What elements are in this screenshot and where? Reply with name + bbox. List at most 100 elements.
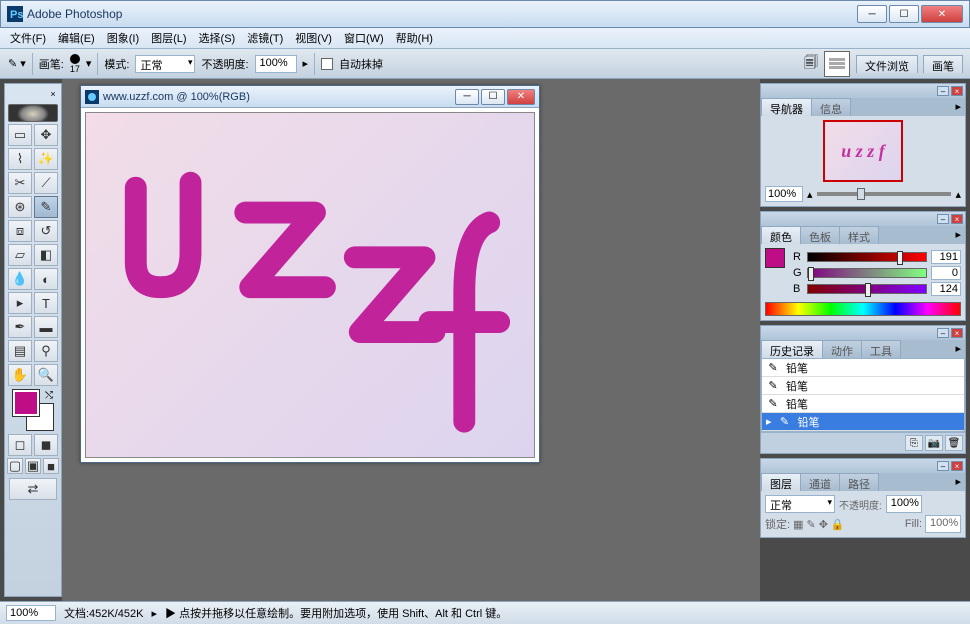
panel-minimize-icon[interactable]: – [937,461,949,471]
status-docinfo-dropdown-icon[interactable]: ▸ [152,607,158,620]
palette-well[interactable] [824,51,850,77]
panel-minimize-icon[interactable]: – [937,328,949,338]
color-fg-bg-swatches[interactable] [765,248,785,298]
lock-all-icon[interactable]: 🔒 [831,518,845,531]
zoom-in-icon[interactable]: ▴ [955,188,961,201]
pencil-tool[interactable]: ✎ [34,196,58,218]
screen-full-icon[interactable]: ■ [43,458,59,474]
menu-help[interactable]: 帮助(H) [390,28,439,48]
panel-minimize-icon[interactable]: – [937,214,949,224]
lock-move-icon[interactable]: ✥ [819,518,828,531]
screen-full-menu-icon[interactable]: ▣ [25,458,41,474]
tab-brushes[interactable]: 画笔 [923,55,963,73]
brush-preset-dropdown-icon[interactable]: ▾ [86,57,92,70]
eyedropper-tool[interactable]: ⚲ [34,340,58,362]
tab-color[interactable]: 颜色 [761,226,801,244]
menu-select[interactable]: 选择(S) [193,28,242,48]
opacity-dropdown-icon[interactable]: ▸ [303,57,309,70]
history-item[interactable]: ✎铅笔 [762,377,964,395]
layer-fill-field[interactable]: 100% [925,515,961,533]
menu-image[interactable]: 图象(I) [101,28,145,48]
lasso-tool[interactable]: ⌇ [8,148,32,170]
maximize-button[interactable]: ☐ [889,5,919,23]
type-tool[interactable]: T [34,292,58,314]
standard-mode-icon[interactable]: ◻ [8,434,32,456]
lock-paint-icon[interactable]: ✎ [806,518,815,531]
b-value[interactable]: 124 [931,282,961,296]
opacity-field[interactable]: 100% [255,55,297,73]
marquee-tool[interactable]: ▭ [8,124,32,146]
shape-tool[interactable]: ▬ [34,316,58,338]
panel-close-icon[interactable]: × [951,86,963,96]
color-ramp[interactable] [765,302,961,316]
color-fg-swatch[interactable] [765,248,785,268]
healing-brush-tool[interactable]: ⊛ [8,196,32,218]
r-slider[interactable] [807,252,927,262]
swap-colors-icon[interactable]: ⤭ [45,390,53,401]
panel-menu-icon[interactable]: ▸ [951,226,965,244]
close-button[interactable]: ✕ [921,5,963,23]
canvas[interactable] [85,112,535,458]
quickmask-mode-icon[interactable]: ◼ [34,434,58,456]
panel-menu-icon[interactable]: ▸ [951,98,965,116]
lock-trans-icon[interactable]: ▦ [793,518,803,531]
tab-history[interactable]: 历史记录 [761,340,823,358]
tab-info[interactable]: 信息 [811,98,851,116]
menu-file[interactable]: 文件(F) [4,28,52,48]
toolbox-close-icon[interactable]: × [47,89,59,101]
foreground-color-swatch[interactable] [13,390,39,416]
tab-channels[interactable]: 通道 [800,473,840,491]
r-value[interactable]: 191 [931,250,961,264]
auto-erase-checkbox[interactable] [321,58,333,70]
move-tool[interactable]: ✥ [34,124,58,146]
panel-close-icon[interactable]: × [951,328,963,338]
doc-close-button[interactable]: ✕ [507,89,535,105]
pen-tool[interactable]: ✒ [8,316,32,338]
blur-tool[interactable]: 💧 [8,268,32,290]
menu-view[interactable]: 视图(V) [289,28,338,48]
brush-preset[interactable]: 17 [70,54,80,74]
panel-close-icon[interactable]: × [951,214,963,224]
menu-layer[interactable]: 图层(L) [145,28,192,48]
status-zoom[interactable]: 100% [6,605,56,621]
crop-tool[interactable]: ✂ [8,172,32,194]
b-slider[interactable] [807,284,927,294]
history-brush-tool[interactable]: ↺ [34,220,58,242]
tab-paths[interactable]: 路径 [839,473,879,491]
zoom-out-icon[interactable]: ▴ [807,188,813,201]
gradient-tool[interactable]: ◧ [34,244,58,266]
menu-window[interactable]: 窗口(W) [338,28,390,48]
menu-edit[interactable]: 编辑(E) [52,28,101,48]
magic-wand-tool[interactable]: ✨ [34,148,58,170]
tab-styles[interactable]: 样式 [839,226,879,244]
clone-stamp-tool[interactable]: ⧈ [8,220,32,242]
layer-blend-mode[interactable]: 正常 [765,495,835,513]
new-doc-from-state-icon[interactable]: ⎘ [905,435,923,451]
tab-tools[interactable]: 工具 [861,340,901,358]
document-titlebar[interactable]: www.uzzf.com @ 100%(RGB) ─ ☐ ✕ [81,86,539,108]
doc-minimize-button[interactable]: ─ [455,89,479,105]
doc-maximize-button[interactable]: ☐ [481,89,505,105]
history-item[interactable]: ✎铅笔 [762,395,964,413]
menu-filter[interactable]: 滤镜(T) [241,28,289,48]
tab-file-browse[interactable]: 文件浏览 [856,55,918,73]
path-select-tool[interactable]: ▸ [8,292,32,314]
panel-menu-icon[interactable]: ▸ [951,473,965,491]
minimize-button[interactable]: ─ [857,5,887,23]
tab-actions[interactable]: 动作 [822,340,862,358]
eraser-tool[interactable]: ▱ [8,244,32,266]
history-item[interactable]: ✎铅笔 [762,359,964,377]
screen-standard-icon[interactable]: ▢ [7,458,23,474]
notes-tool[interactable]: ▤ [8,340,32,362]
layer-opacity-field[interactable]: 100% [886,495,922,513]
new-snapshot-icon[interactable]: 📷 [925,435,943,451]
history-item[interactable]: ▸✎铅笔 [762,413,964,431]
zoom-tool[interactable]: 🔍 [34,364,58,386]
dodge-tool[interactable]: ◐ [34,268,58,290]
g-slider[interactable] [807,268,927,278]
jump-to-imageready-icon[interactable]: ⇄ [9,478,57,500]
panel-minimize-icon[interactable]: – [937,86,949,96]
tab-layers[interactable]: 图层 [761,473,801,491]
delete-state-icon[interactable]: 🗑 [945,435,963,451]
hand-tool[interactable]: ✋ [8,364,32,386]
